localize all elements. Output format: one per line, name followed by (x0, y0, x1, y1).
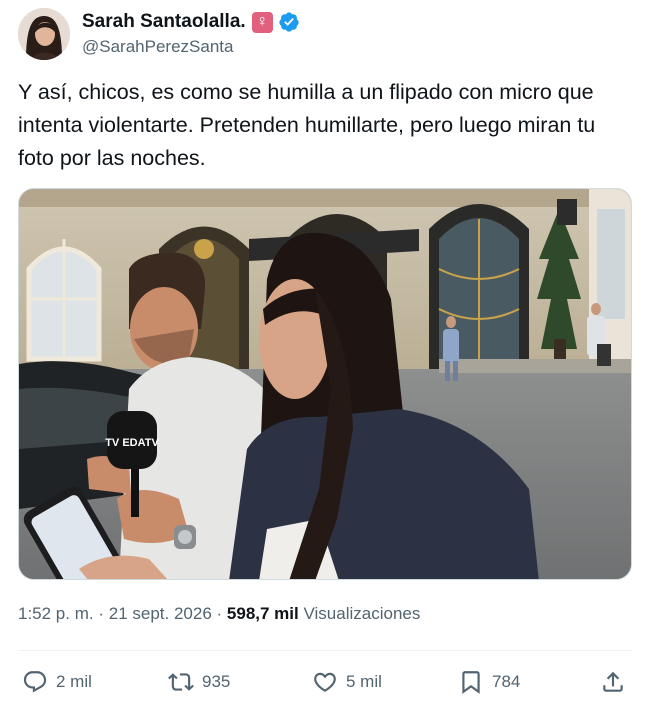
action-bar: 2 mil 935 5 mil 784 (18, 664, 632, 700)
tweet-video[interactable]: TV EDATV (18, 188, 632, 580)
views-label: Visualizaciones (303, 604, 421, 623)
tweet-date[interactable]: 21 sept. 2026 (109, 604, 212, 623)
heart-icon (314, 672, 336, 692)
bookmark-button[interactable]: 784 (458, 664, 520, 700)
meta-separator: · (98, 604, 105, 623)
repost-count: 935 (202, 672, 231, 691)
bookmark-icon (462, 671, 480, 694)
like-button[interactable]: 5 mil (312, 664, 382, 700)
avatar[interactable] (18, 8, 70, 60)
bookmark-count: 784 (492, 672, 521, 691)
share-icon (603, 671, 623, 692)
views-count: 598,7 mil (226, 604, 299, 623)
tweet-text: Y así, chicos, es como se humilla a un f… (18, 80, 596, 170)
share-button[interactable] (600, 664, 626, 700)
reply-count: 2 mil (56, 672, 92, 691)
tweet-metadata: 1:52 p. m. · 21 sept. 2026 · 598,7 mil V… (18, 604, 420, 624)
repost-icon (168, 673, 194, 691)
author-display-name[interactable]: Sarah Santaolalla. (82, 11, 246, 33)
reply-button[interactable]: 2 mil (22, 664, 92, 700)
divider (18, 650, 632, 651)
like-count: 5 mil (346, 672, 382, 691)
author-handle[interactable]: @SarahPerezSanta (82, 37, 300, 57)
verified-badge-icon[interactable] (278, 11, 300, 33)
microphone-brand-label: TV EDATV (105, 437, 159, 449)
tweet-time[interactable]: 1:52 p. m. (18, 604, 94, 623)
venus-emoji-icon: ♀ (251, 11, 273, 33)
reply-icon (23, 671, 47, 693)
meta-separator: · (216, 604, 223, 623)
repost-button[interactable]: 935 (168, 664, 230, 700)
tweet-header: Sarah Santaolalla. ♀ @SarahPerezSanta (18, 8, 632, 60)
